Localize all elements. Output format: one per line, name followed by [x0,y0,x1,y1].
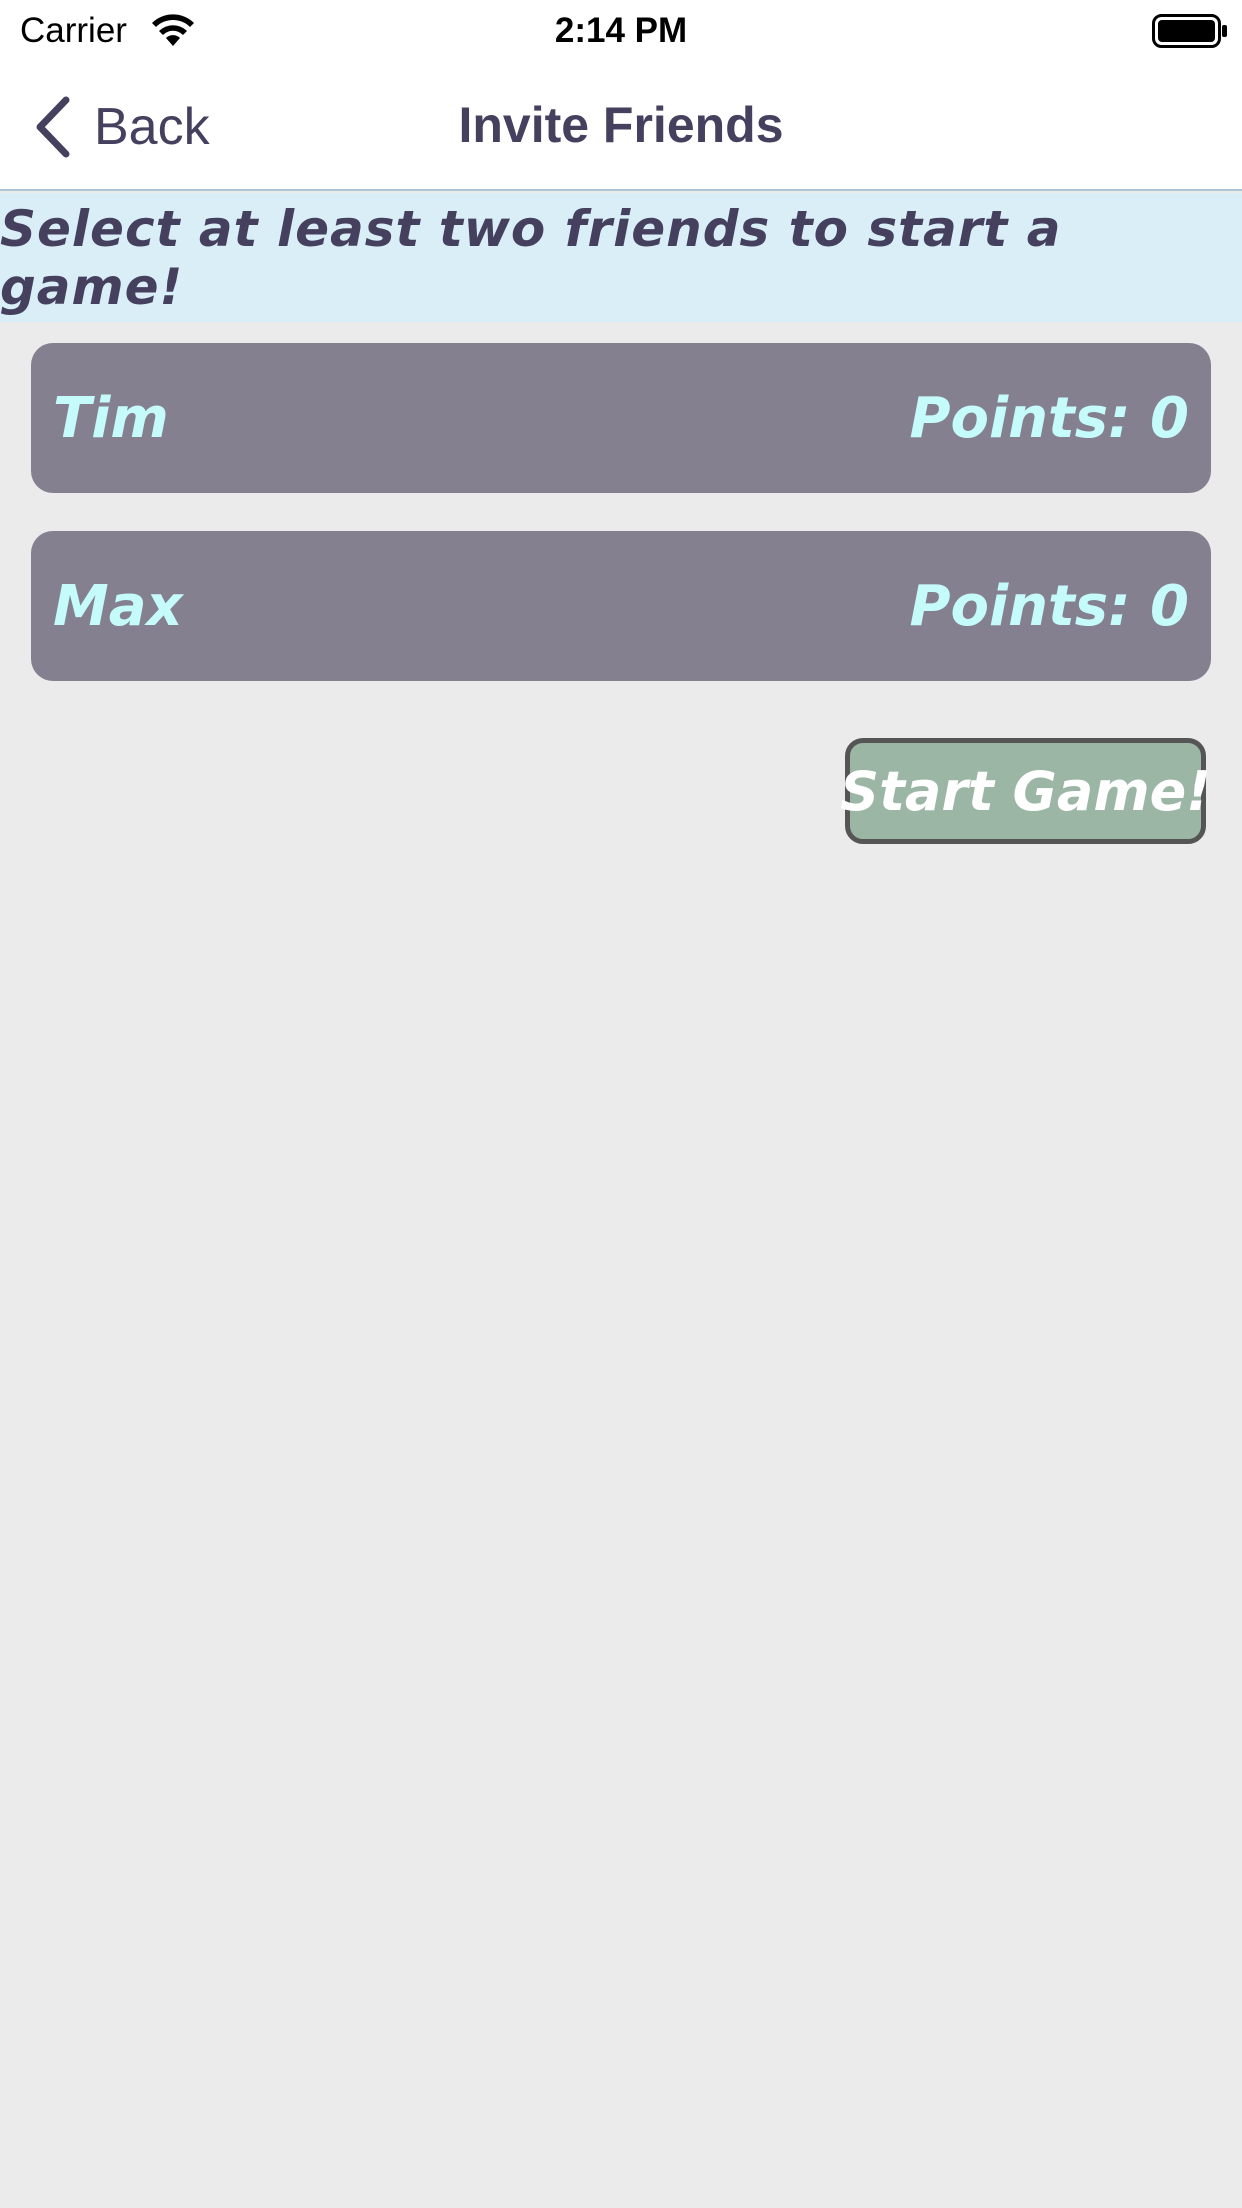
friend-row-max[interactable]: Max Points: 0 [31,531,1211,681]
friend-name: Max [53,573,183,639]
instruction-banner: Select at least two friends to start a g… [0,193,1242,322]
friend-row-tim[interactable]: Tim Points: 0 [31,343,1211,493]
friend-points: Points: 0 [909,385,1189,451]
start-game-button[interactable]: Start Game! [840,738,1211,844]
back-label: Back [94,98,210,156]
battery-icon [1152,14,1227,48]
instruction-text: Select at least two friends to start a g… [0,199,1062,316]
status-time: 2:14 PM [554,11,688,50]
status-bar: Carrier 2:14 PM [0,0,1242,62]
back-button[interactable]: Back [32,92,210,162]
navigation-bar: Back Invite Friends [0,62,1242,191]
friend-name: Tim [53,385,169,451]
chevron-left-icon [36,96,70,158]
friend-points: Points: 0 [909,573,1189,639]
start-game-label: Start Game! [840,759,1211,823]
